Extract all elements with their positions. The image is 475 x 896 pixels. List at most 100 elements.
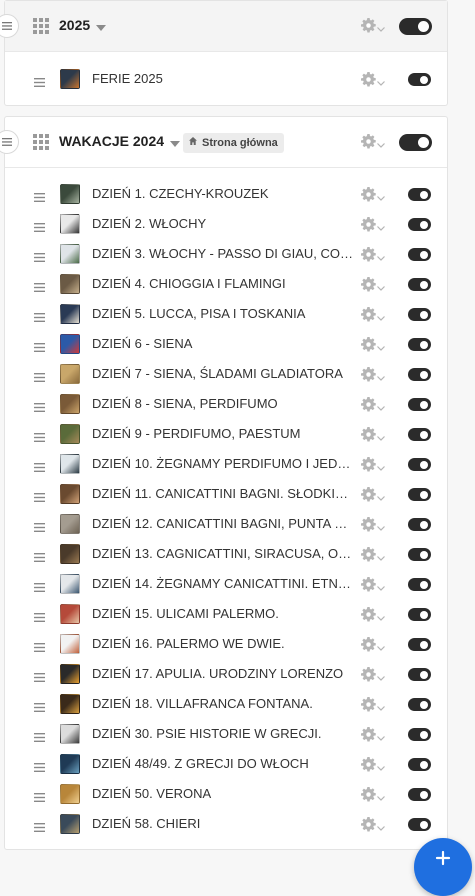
item-settings-button[interactable] (361, 307, 385, 327)
item-settings-button[interactable] (361, 607, 385, 627)
item-visibility-toggle[interactable] (408, 728, 431, 741)
item-label[interactable]: DZIEŃ 1. CZECHY-KROUZEK (92, 186, 354, 201)
drag-handle-icon[interactable] (34, 669, 45, 682)
item-label[interactable]: DZIEŃ 14. ŻEGNAMY CANICATTINI. ETNA, PAL… (92, 576, 354, 591)
list-item[interactable]: DZIEŃ 1. CZECHY-KROUZEK (5, 179, 447, 209)
drag-handle-icon[interactable] (34, 729, 45, 742)
drag-handle-icon[interactable] (34, 249, 45, 262)
item-settings-button[interactable] (361, 547, 385, 567)
item-label[interactable]: DZIEŃ 4. CHIOGGIA I FLAMINGI (92, 276, 354, 291)
drag-handle-icon[interactable] (34, 369, 45, 382)
item-label[interactable]: DZIEŃ 10. ŻEGNAMY PERDIFUMO I JEDZIEMY D… (92, 456, 354, 471)
section-visibility-toggle[interactable] (399, 134, 432, 151)
item-label[interactable]: DZIEŃ 8 - SIENA, PERDIFUMO (92, 396, 354, 411)
list-item[interactable]: DZIEŃ 6 - SIENA (5, 329, 447, 359)
item-label[interactable]: FERIE 2025 (92, 71, 354, 86)
item-settings-button[interactable] (361, 487, 385, 507)
section-settings-button[interactable] (361, 18, 385, 38)
drag-handle-icon[interactable] (34, 819, 45, 832)
item-visibility-toggle[interactable] (408, 788, 431, 801)
list-item[interactable]: DZIEŃ 16. PALERMO WE DWIE. (5, 629, 447, 659)
item-label[interactable]: DZIEŃ 11. CANICATTINI BAGNI. SŁODKIE NIC (92, 486, 354, 501)
item-label[interactable]: DZIEŃ 16. PALERMO WE DWIE. (92, 636, 354, 651)
list-item[interactable]: DZIEŃ 2. WŁOCHY (5, 209, 447, 239)
drag-handle-icon[interactable] (34, 489, 45, 502)
item-label[interactable]: DZIEŃ 12. CANICATTINI BAGNI, PUNTA SECCA (92, 516, 354, 531)
item-settings-button[interactable] (361, 277, 385, 297)
item-settings-button[interactable] (361, 577, 385, 597)
drag-handle-icon[interactable] (34, 219, 45, 232)
item-label[interactable]: DZIEŃ 17. APULIA. URODZINY LORENZO (92, 666, 354, 681)
drag-handle-icon[interactable] (34, 639, 45, 652)
drag-handle-icon[interactable] (34, 549, 45, 562)
list-item[interactable]: DZIEŃ 48/49. Z GRECJI DO WŁOCH (5, 749, 447, 779)
item-settings-button[interactable] (361, 757, 385, 777)
item-visibility-toggle[interactable] (408, 338, 431, 351)
list-item[interactable]: DZIEŃ 14. ŻEGNAMY CANICATTINI. ETNA, PAL… (5, 569, 447, 599)
item-visibility-toggle[interactable] (408, 638, 431, 651)
grid-handle-icon[interactable] (33, 134, 49, 150)
item-label[interactable]: DZIEŃ 58. CHIERI (92, 816, 354, 831)
drag-handle-icon[interactable] (34, 789, 45, 802)
drag-handle-icon[interactable] (34, 189, 45, 202)
drag-handle-icon[interactable] (34, 429, 45, 442)
item-label[interactable]: DZIEŃ 2. WŁOCHY (92, 216, 354, 231)
list-item[interactable]: DZIEŃ 11. CANICATTINI BAGNI. SŁODKIE NIC (5, 479, 447, 509)
item-visibility-toggle[interactable] (408, 668, 431, 681)
item-visibility-toggle[interactable] (408, 308, 431, 321)
section-visibility-toggle[interactable] (399, 18, 432, 35)
item-settings-button[interactable] (361, 72, 385, 92)
item-settings-button[interactable] (361, 787, 385, 807)
item-settings-button[interactable] (361, 397, 385, 417)
item-settings-button[interactable] (361, 247, 385, 267)
drag-handle-icon[interactable] (34, 759, 45, 772)
item-settings-button[interactable] (361, 427, 385, 447)
item-label[interactable]: DZIEŃ 48/49. Z GRECJI DO WŁOCH (92, 756, 354, 771)
list-item[interactable]: DZIEŃ 12. CANICATTINI BAGNI, PUNTA SECCA (5, 509, 447, 539)
drag-handle-icon[interactable] (34, 579, 45, 592)
item-visibility-toggle[interactable] (408, 218, 431, 231)
item-label[interactable]: DZIEŃ 15. ULICAMI PALERMO. (92, 606, 354, 621)
list-item[interactable]: DZIEŃ 50. VERONA (5, 779, 447, 809)
item-visibility-toggle[interactable] (408, 368, 431, 381)
item-settings-button[interactable] (361, 457, 385, 477)
drag-handle-icon[interactable] (34, 519, 45, 532)
item-label[interactable]: DZIEŃ 7 - SIENA, ŚLADAMI GLADIATORA (92, 366, 354, 381)
item-label[interactable]: DZIEŃ 9 - PERDIFUMO, PAESTUM (92, 426, 354, 441)
list-item[interactable]: DZIEŃ 8 - SIENA, PERDIFUMO (5, 389, 447, 419)
list-item[interactable]: DZIEŃ 58. CHIERI (5, 809, 447, 839)
item-visibility-toggle[interactable] (408, 428, 431, 441)
list-item[interactable]: DZIEŃ 15. ULICAMI PALERMO. (5, 599, 447, 629)
item-settings-button[interactable] (361, 697, 385, 717)
drag-handle-icon[interactable] (34, 399, 45, 412)
item-visibility-toggle[interactable] (408, 608, 431, 621)
item-visibility-toggle[interactable] (408, 518, 431, 531)
item-visibility-toggle[interactable] (408, 73, 431, 86)
item-label[interactable]: DZIEŃ 6 - SIENA (92, 336, 354, 351)
item-label[interactable]: DZIEŃ 13. CAGNICATTINI, SIRACUSA, ORTIGI… (92, 546, 354, 561)
item-visibility-toggle[interactable] (408, 278, 431, 291)
drag-handle-icon[interactable] (34, 309, 45, 322)
item-settings-button[interactable] (361, 367, 385, 387)
item-label[interactable]: DZIEŃ 5. LUCCA, PISA I TOSKANIA (92, 306, 354, 321)
item-settings-button[interactable] (361, 337, 385, 357)
item-visibility-toggle[interactable] (408, 188, 431, 201)
grid-handle-icon[interactable] (33, 18, 49, 34)
item-settings-button[interactable] (361, 817, 385, 837)
section-side-handle[interactable] (0, 14, 19, 38)
item-label[interactable]: DZIEŃ 18. VILLAFRANCA FONTANA. (92, 696, 354, 711)
item-visibility-toggle[interactable] (408, 458, 431, 471)
list-item[interactable]: DZIEŃ 17. APULIA. URODZINY LORENZO (5, 659, 447, 689)
item-visibility-toggle[interactable] (408, 818, 431, 831)
list-item[interactable]: DZIEŃ 10. ŻEGNAMY PERDIFUMO I JEDZIEMY D… (5, 449, 447, 479)
item-visibility-toggle[interactable] (408, 248, 431, 261)
drag-handle-icon[interactable] (34, 74, 45, 87)
drag-handle-icon[interactable] (34, 279, 45, 292)
list-item[interactable]: DZIEŃ 18. VILLAFRANCA FONTANA. (5, 689, 447, 719)
item-settings-button[interactable] (361, 667, 385, 687)
list-item[interactable]: FERIE 2025 (5, 64, 447, 94)
drag-handle-icon[interactable] (34, 609, 45, 622)
add-button[interactable] (414, 838, 472, 896)
item-label[interactable]: DZIEŃ 50. VERONA (92, 786, 354, 801)
item-visibility-toggle[interactable] (408, 698, 431, 711)
